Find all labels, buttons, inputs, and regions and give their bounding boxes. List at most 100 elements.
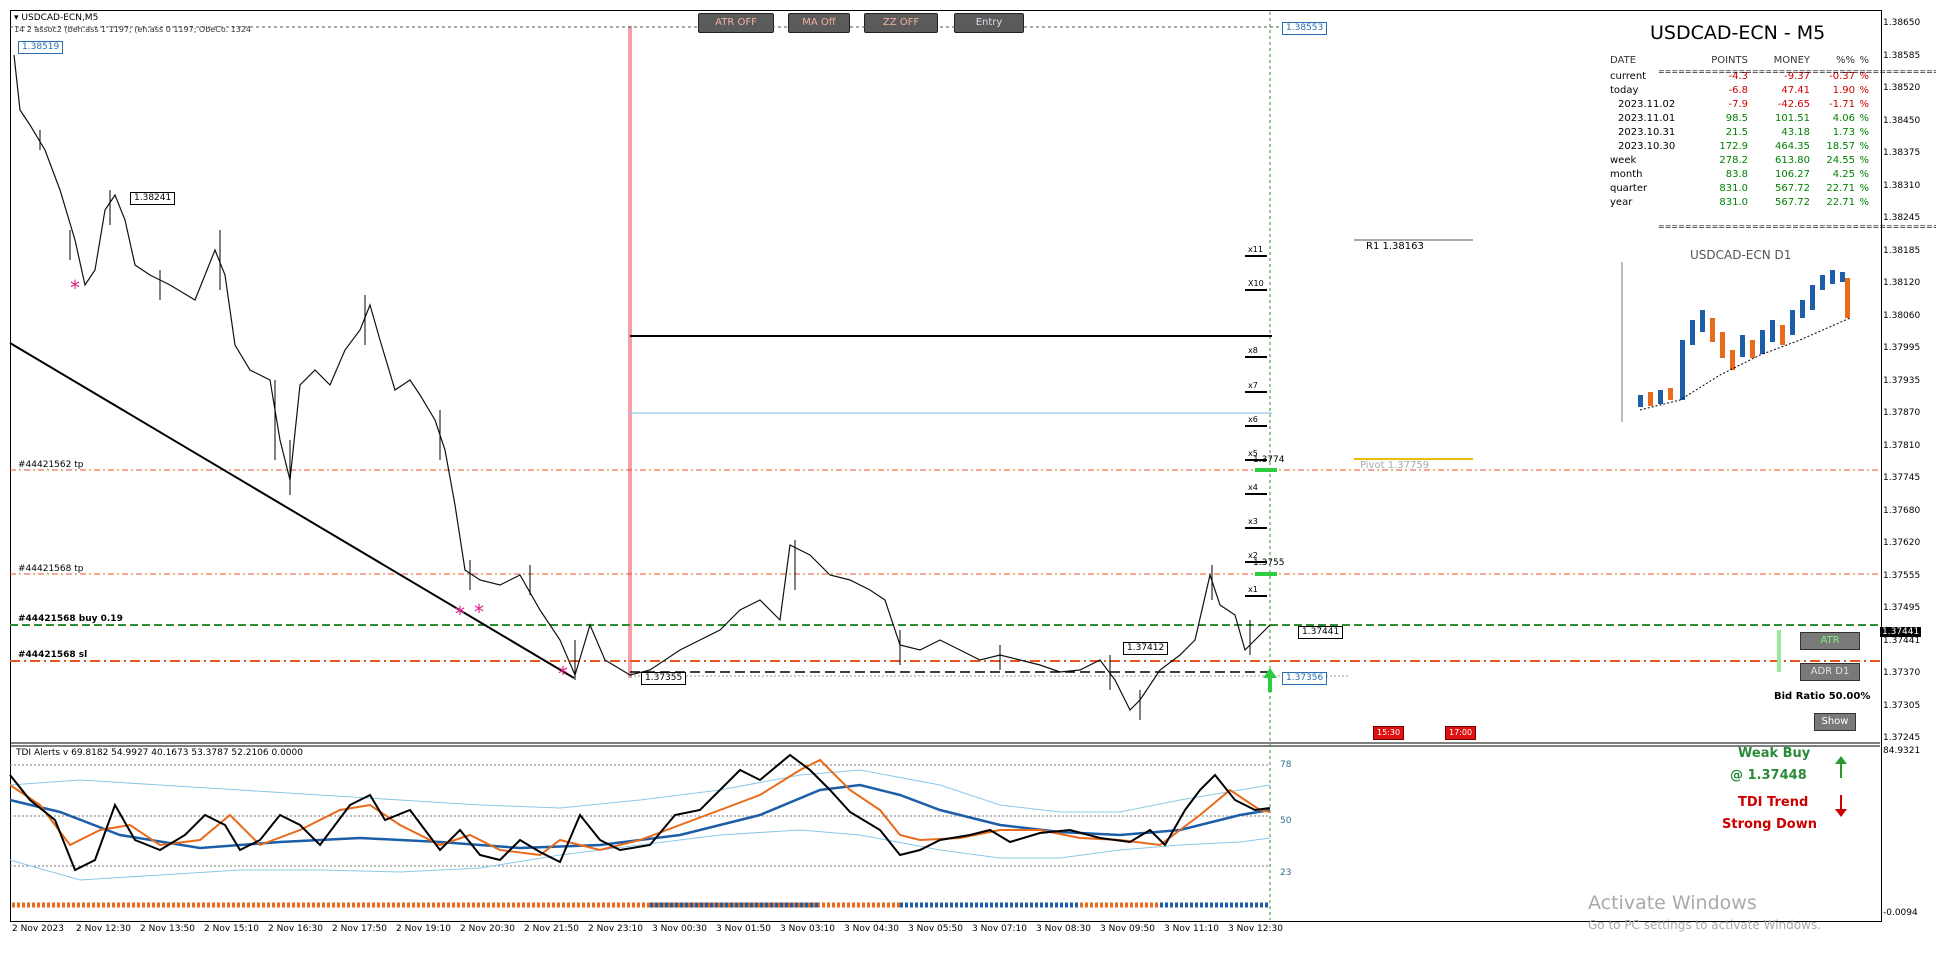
tdi-trend-label: TDI Trend: [1738, 795, 1809, 810]
signal-star-icon: *: [70, 276, 80, 300]
stats-cell-pct: 4.06: [1832, 113, 1855, 124]
level-label: x8: [1248, 346, 1258, 355]
stats-cell-pct: 24.55: [1826, 155, 1855, 166]
level-label: x2: [1248, 551, 1258, 560]
stats-cell-date: 2023.10.30: [1618, 141, 1676, 152]
show-button[interactable]: Show: [1814, 713, 1856, 731]
level-tick: [1245, 527, 1267, 529]
weak-buy-label: Weak Buy: [1738, 746, 1811, 761]
stats-cell-pct: 22.71: [1826, 197, 1855, 208]
stats-cell-date: 2023.10.31: [1618, 127, 1676, 138]
stats-cell-money: 567.72: [1775, 183, 1810, 194]
level-tick: [1245, 356, 1267, 358]
bottom-price-label: 1.37356: [1282, 672, 1328, 685]
stats-cell-money: 567.72: [1775, 197, 1810, 208]
stats-cell-money: -42.65: [1777, 99, 1810, 110]
price-axis-tick: 1.38375: [1883, 148, 1921, 158]
stats-cell-date: quarter: [1610, 183, 1648, 194]
pivot-label: Pivot 1.37759: [1360, 460, 1430, 471]
price-axis-tick: 1.38520: [1883, 83, 1921, 93]
stats-cell-unit: %: [1859, 141, 1869, 152]
price-axis-tick: 1.38060: [1883, 310, 1921, 321]
stats-cell-unit: %: [1859, 155, 1869, 166]
level-tick: [1245, 255, 1267, 257]
time-axis-tick: 3 Nov 01:50: [716, 924, 771, 934]
time-axis-tick: 2 Nov 13:50: [140, 924, 195, 934]
stats-cell-pct: 4.25: [1832, 169, 1855, 180]
stats-cell-date: today: [1610, 85, 1639, 96]
stats-cell-unit: %: [1859, 169, 1869, 180]
stats-cell-date: week: [1610, 155, 1637, 166]
stats-cell-money: 464.35: [1775, 141, 1810, 152]
time-axis-tick: 3 Nov 12:30: [1228, 924, 1283, 934]
time-axis-tick: 2 Nov 23:10: [588, 924, 643, 934]
price-axis-tick: 1.37870: [1883, 408, 1921, 418]
level-label: x7: [1248, 381, 1258, 390]
level-label: X10: [1248, 279, 1264, 288]
level-label: x6: [1248, 415, 1258, 424]
up-arrow-icon: [1835, 756, 1847, 778]
signal-star-icon: *: [455, 602, 465, 626]
time-axis-tick: 3 Nov 00:30: [652, 924, 707, 934]
tdi-level-78-label: 78: [1280, 760, 1292, 770]
price-axis-tick: 1.38450: [1883, 115, 1921, 126]
signal-star-icon: *: [474, 600, 484, 624]
stats-row: 2023.10.31 21.5 43.18 1.73%: [1610, 126, 1869, 140]
price-axis-tick: 1.37495: [1883, 603, 1921, 613]
time-axis-tick: 3 Nov 03:10: [780, 924, 835, 934]
stats-cell-money: 47.41: [1781, 85, 1810, 96]
order-sl-label: #44421568 sl: [18, 650, 88, 660]
price-axis-tick: 1.37620: [1883, 538, 1921, 548]
stats-cell-unit: %: [1859, 85, 1869, 96]
price-axis-tick: 1.38585: [1883, 50, 1921, 61]
level-label: x5: [1248, 449, 1258, 458]
level-tick: [1245, 595, 1267, 597]
stats-cell-points: 83.8: [1725, 169, 1748, 180]
time-axis-tick: 3 Nov 11:10: [1164, 924, 1219, 934]
price-axis-tick: 1.38310: [1883, 180, 1921, 191]
indicator-header: TDI Alerts v 69.8182 54.9927 40.1673 53.…: [16, 748, 303, 758]
stats-row: week 278.2 613.80 24.55%: [1610, 154, 1869, 168]
time-axis-tick: 2 Nov 21:50: [524, 924, 579, 934]
stats-cell-date: 2023.11.02: [1618, 99, 1676, 110]
level-tick: [1245, 425, 1267, 427]
stats-cell-unit: %: [1859, 183, 1869, 194]
order-buy-label: #44421568 buy 0.19: [18, 614, 123, 624]
price-axis-tick: 1.37555: [1883, 570, 1921, 581]
activate-windows-subtitle: Go to PC settings to activate Windows.: [1588, 918, 1822, 932]
price-axis-tick: 1.37441: [1883, 635, 1921, 646]
trendline: [9, 342, 575, 679]
tp1-marker: [1255, 468, 1277, 472]
stats-cell-points: 98.5: [1725, 113, 1748, 124]
swing-mid-label: 1.37412: [1123, 642, 1169, 655]
top-price-label: 1.38553: [1282, 22, 1328, 35]
time-axis-tick: 2 Nov 12:30: [76, 924, 131, 934]
stats-row: month 83.8 106.27 4.25%: [1610, 168, 1869, 182]
stats-cell-unit: %: [1859, 113, 1869, 124]
stats-cell-unit: %: [1859, 197, 1869, 208]
level-tick: [1245, 459, 1267, 461]
tp2-marker: [1255, 572, 1277, 576]
order-tp2-label: #44421568 tp: [18, 564, 84, 574]
tdi-level-50-label: 50: [1280, 816, 1292, 826]
price-axis-tick: 1.38120: [1883, 278, 1921, 288]
stats-row: 2023.10.30 172.9 464.35 18.57%: [1610, 140, 1869, 154]
stats-cell-money: 613.80: [1775, 155, 1810, 166]
stats-cell-date: 2023.11.01: [1618, 113, 1676, 124]
time-axis-tick: 2 Nov 20:30: [460, 924, 515, 934]
session-start-line: [628, 26, 632, 678]
stats-cell-points: 172.9: [1719, 141, 1748, 152]
stats-cell-date: year: [1610, 197, 1633, 208]
order-tp1-label: #44421562 tp: [18, 460, 84, 470]
adr-panel-button[interactable]: ADR D1: [1800, 663, 1860, 681]
stats-cell-pct: 1.73: [1832, 127, 1855, 138]
level-label: x1: [1248, 585, 1258, 594]
strong-down-label: Strong Down: [1722, 817, 1817, 832]
time-axis-tick: 3 Nov 08:30: [1036, 924, 1091, 934]
indicator-axis-bottom: -0.0094: [1883, 908, 1918, 918]
atr-panel-button[interactable]: ATR: [1800, 632, 1860, 650]
stats-title: USDCAD-ECN - M5: [1650, 22, 1826, 44]
price-axis-tick: 1.37680: [1883, 505, 1921, 516]
time-axis-tick: 3 Nov 04:30: [844, 924, 899, 934]
time-axis-tick: 3 Nov 05:50: [908, 924, 963, 934]
